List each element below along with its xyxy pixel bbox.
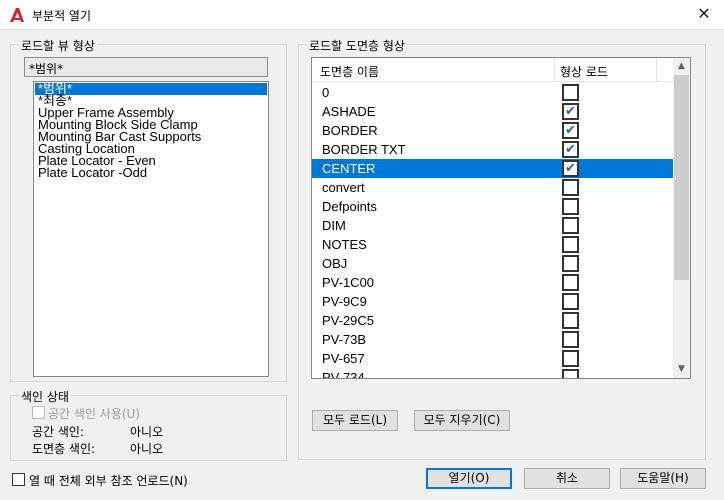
load-all-button[interactable]: 모두 로드(L) xyxy=(312,410,398,431)
load-geometry-checkbox[interactable] xyxy=(562,293,579,310)
layer-name: CENTER xyxy=(322,161,376,176)
layer-row[interactable]: CENTER ✔ xyxy=(312,159,674,178)
load-geometry-checkbox[interactable] xyxy=(562,274,579,291)
window-title: 부분적 열기 xyxy=(32,9,92,23)
unload-xrefs-checkbox[interactable] xyxy=(12,473,25,486)
load-geometry-checkbox[interactable] xyxy=(562,331,579,348)
layer-name: PV-657 xyxy=(322,351,365,366)
spatial-index-checkbox-label: 공간 색인 사용(U) xyxy=(48,407,141,421)
load-geometry-checkbox[interactable]: ✔ xyxy=(562,141,579,158)
layer-name: BORDER xyxy=(322,123,378,138)
open-button[interactable]: 열기(O) xyxy=(426,468,512,489)
spatial-index-value: 아니오 xyxy=(130,425,164,439)
layer-name: PV-73B xyxy=(322,332,367,347)
layer-row[interactable]: PV-1C00 xyxy=(312,273,674,292)
layer-name: PV-1C00 xyxy=(322,275,375,290)
close-button[interactable]: ✕ xyxy=(694,4,714,24)
spatial-index-label: 공간 색인: xyxy=(32,425,85,439)
column-header-layer-name[interactable]: 도면층 이름 xyxy=(320,63,379,80)
column-header-load-geometry[interactable]: 형상 로드 xyxy=(560,63,608,80)
load-geometry-checkbox[interactable] xyxy=(562,198,579,215)
layer-geometry-group-title: 로드할 도면층 형상 xyxy=(307,37,407,54)
layer-row[interactable]: 0 xyxy=(312,83,674,102)
load-geometry-checkbox[interactable] xyxy=(562,312,579,329)
column-divider xyxy=(554,58,555,82)
layer-row[interactable]: PV-73B xyxy=(312,330,674,349)
layer-name: PV-29C5 xyxy=(322,313,375,328)
vertical-scrollbar[interactable]: ▲ ▼ xyxy=(673,58,690,378)
layer-row[interactable]: NOTES xyxy=(312,235,674,254)
checkmark-icon: ✔ xyxy=(565,123,576,138)
view-list[interactable]: *범위* *최종* Upper Frame Assembly Mounting … xyxy=(33,81,269,377)
autocad-logo-icon xyxy=(10,8,24,22)
load-geometry-checkbox[interactable]: ✔ xyxy=(562,160,579,177)
layer-name: convert xyxy=(322,180,365,195)
checkmark-icon: ✔ xyxy=(565,161,576,176)
layer-row[interactable]: PV-657 xyxy=(312,349,674,368)
close-icon: ✕ xyxy=(697,4,711,23)
checkmark-icon: ✔ xyxy=(565,104,576,119)
layer-row[interactable]: PV-734 xyxy=(312,368,674,379)
view-geometry-group-title: 로드할 뷰 형상 xyxy=(19,37,97,54)
cancel-button[interactable]: 취소 xyxy=(524,468,610,489)
index-status-group-title: 색인 상태 xyxy=(19,388,71,405)
layer-name: 0 xyxy=(322,85,330,100)
layer-row[interactable]: ASHADE ✔ xyxy=(312,102,674,121)
layer-name: DIM xyxy=(322,218,346,233)
column-divider xyxy=(656,58,657,82)
checkmark-icon: ✔ xyxy=(565,142,576,157)
load-geometry-checkbox[interactable] xyxy=(562,369,579,378)
help-button[interactable]: 도움말(H) xyxy=(620,468,706,489)
load-geometry-checkbox[interactable] xyxy=(562,236,579,253)
spatial-index-checkbox[interactable] xyxy=(32,406,45,419)
layer-row[interactable]: Defpoints xyxy=(312,197,674,216)
layer-name: BORDER TXT xyxy=(322,142,406,157)
layer-row[interactable]: convert xyxy=(312,178,674,197)
layer-name: Defpoints xyxy=(322,199,377,214)
title-bar: 부분적 열기 ✕ xyxy=(0,0,724,30)
scroll-down-icon[interactable]: ▼ xyxy=(673,361,690,378)
layer-name: PV-734 xyxy=(322,370,365,379)
load-geometry-checkbox[interactable] xyxy=(562,255,579,272)
layer-index-value: 아니오 xyxy=(130,442,164,456)
load-geometry-checkbox[interactable] xyxy=(562,350,579,367)
layer-row[interactable]: DIM xyxy=(312,216,674,235)
layer-name: NOTES xyxy=(322,237,367,252)
layer-table[interactable]: 도면층 이름 형상 로드 0 ASHADE ✔ BORDER ✔ BORDER TXT ✔ C… xyxy=(311,57,691,379)
load-geometry-checkbox[interactable] xyxy=(562,84,579,101)
layer-name: ASHADE xyxy=(322,104,376,119)
clear-all-button[interactable]: 모두 지우기(C) xyxy=(414,410,510,431)
load-geometry-checkbox[interactable]: ✔ xyxy=(562,122,579,139)
layer-row[interactable]: PV-9C9 xyxy=(312,292,674,311)
unload-xrefs-label: 열 때 전체 외부 참조 언로드(N) xyxy=(29,474,188,488)
layer-row[interactable]: PV-29C5 xyxy=(312,311,674,330)
layer-row[interactable]: BORDER ✔ xyxy=(312,121,674,140)
load-geometry-checkbox[interactable]: ✔ xyxy=(562,103,579,120)
layer-row[interactable]: OBJ xyxy=(312,254,674,273)
layer-name: PV-9C9 xyxy=(322,294,367,309)
scrollbar-thumb[interactable] xyxy=(674,75,689,280)
layer-table-header: 도면층 이름 형상 로드 xyxy=(312,58,674,82)
layer-name: OBJ xyxy=(322,256,348,271)
layer-index-label: 도면층 색인: xyxy=(32,442,96,456)
selected-view-field: *범위* xyxy=(24,57,268,77)
load-geometry-checkbox[interactable] xyxy=(562,179,579,196)
layer-row[interactable]: BORDER TXT ✔ xyxy=(312,140,674,159)
view-list-item[interactable]: Plate Locator -Odd xyxy=(35,166,267,179)
scroll-up-icon[interactable]: ▲ xyxy=(673,58,690,75)
load-geometry-checkbox[interactable] xyxy=(562,217,579,234)
